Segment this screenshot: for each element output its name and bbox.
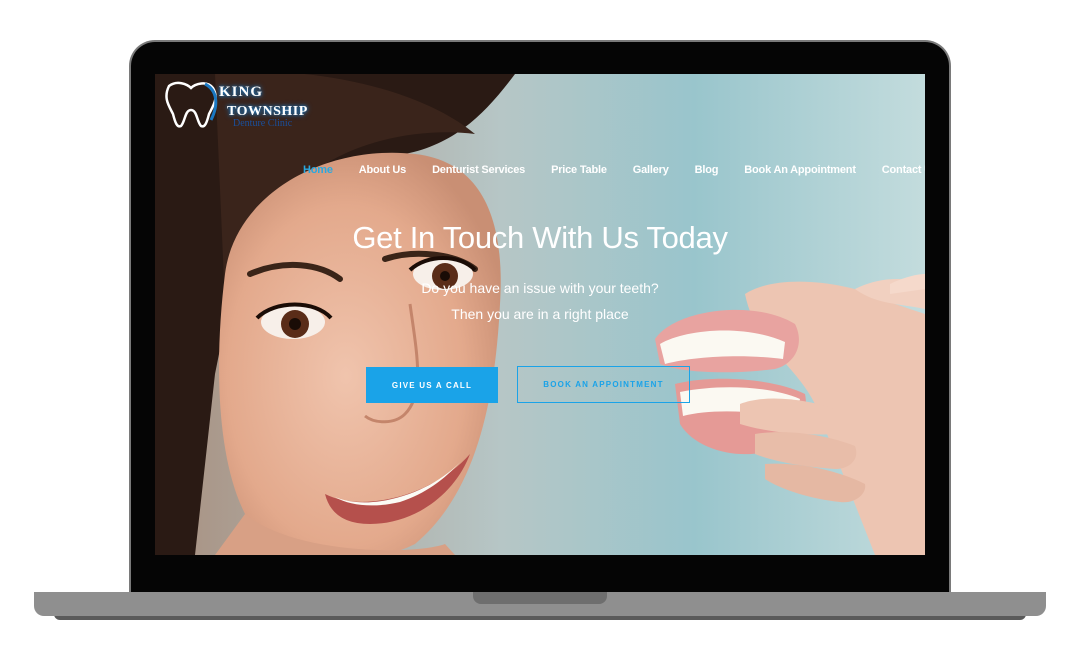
main-navigation: Home About Us Denturist Services Price T… <box>303 164 925 176</box>
logo-text-denture-clinic: Denture Clinic <box>233 118 293 129</box>
hero-subtitle-line2: Then you are in a right place <box>451 306 629 322</box>
book-an-appointment-button[interactable]: BOOK AN APPOINTMENT <box>517 366 690 403</box>
nav-item-about-us[interactable]: About Us <box>359 164 406 176</box>
nav-item-price-table[interactable]: Price Table <box>551 164 607 176</box>
give-us-a-call-button[interactable]: GIVE US A CALL <box>366 367 498 403</box>
nav-item-contact-us[interactable]: Contact Us <box>882 164 925 176</box>
hero-title: Get In Touch With Us Today <box>352 220 728 255</box>
nav-item-denturist-services[interactable]: Denturist Services <box>432 164 525 176</box>
website-screen: KING TOWNSHIP Denture Clinic Home About … <box>155 74 925 555</box>
nav-item-gallery[interactable]: Gallery <box>633 164 669 176</box>
clinic-logo[interactable]: KING TOWNSHIP Denture Clinic <box>161 78 331 134</box>
laptop-opening-notch <box>473 592 607 604</box>
nav-item-book-an-appointment[interactable]: Book An Appointment <box>744 164 856 176</box>
hero-subtitle-line1: Do you have an issue with your teeth? <box>421 280 659 296</box>
tooth-logo-icon <box>165 81 218 128</box>
nav-item-home[interactable]: Home <box>303 164 333 176</box>
logo-text-king: KING <box>219 84 264 100</box>
nav-item-blog[interactable]: Blog <box>695 164 719 176</box>
